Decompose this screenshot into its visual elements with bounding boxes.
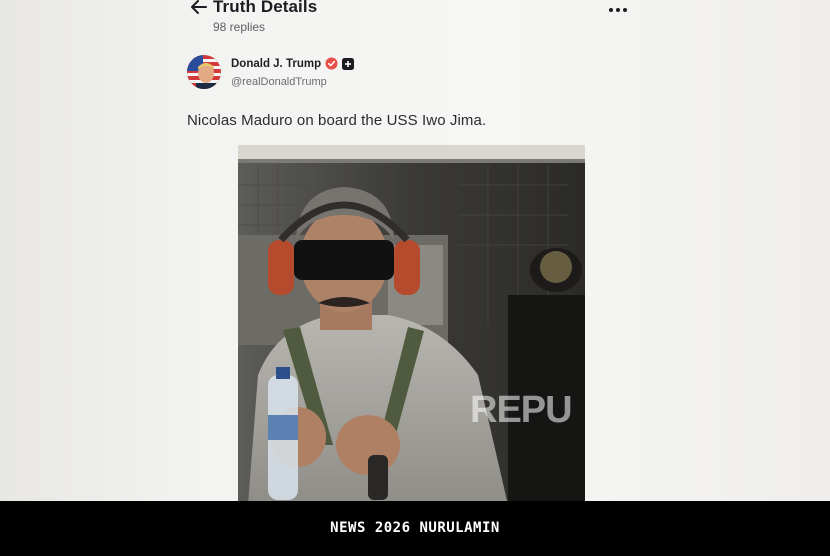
image-watermark: REPU (470, 389, 573, 431)
truth-details-page: Truth Details 98 replies Donald J. Trump… (0, 0, 830, 556)
avatar[interactable] (187, 55, 221, 89)
page-header: Truth Details 98 replies (187, 0, 637, 40)
author-handle[interactable]: @realDonaldTrump (231, 76, 327, 88)
post-image[interactable]: REPU (238, 145, 585, 505)
ellipsis-icon (609, 8, 627, 12)
arrow-left-icon (191, 0, 207, 14)
more-options-button[interactable] (607, 0, 629, 20)
page-title: Truth Details (213, 0, 318, 16)
author-name[interactable]: Donald J. Trump (231, 58, 321, 70)
author-name-row: Donald J. Trump (231, 57, 355, 70)
verified-badge-icon (325, 57, 338, 70)
post-author[interactable]: Donald J. Trump @realDonaldTrump (187, 55, 487, 95)
caption-bar: NEWS 2026 NURULAMIN (0, 501, 830, 556)
replies-count: 98 replies (213, 20, 266, 34)
caption-text: NEWS 2026 NURULAMIN (330, 520, 500, 536)
post-text: Nicolas Maduro on board the USS Iwo Jima… (187, 112, 487, 129)
back-button[interactable] (189, 0, 209, 18)
plus-badge-icon (342, 57, 355, 70)
